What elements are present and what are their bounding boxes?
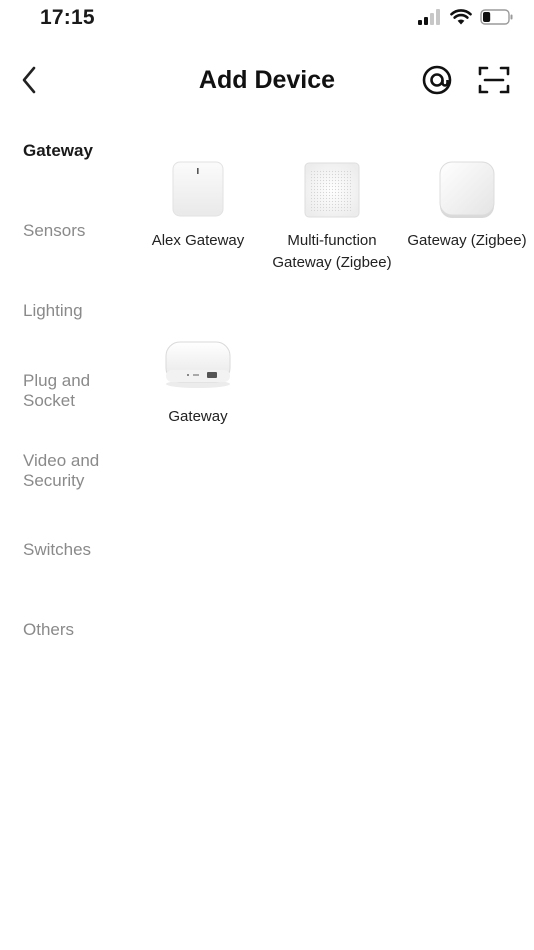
device-name: Gateway	[168, 408, 228, 425]
status-icons	[418, 9, 514, 25]
sidebar-item-lighting[interactable]: Lighting	[23, 301, 138, 321]
nav-bar: Add Device	[0, 56, 534, 106]
device-image	[167, 158, 229, 220]
sidebar-item-others[interactable]: Others	[23, 620, 138, 640]
sidebar-item-gateway[interactable]: Gateway	[23, 141, 138, 161]
device-name: Multi-function Gateway (Zigbee)	[272, 232, 392, 271]
sidebar-item-video-and-security[interactable]: Video and Security	[23, 451, 118, 491]
cellular-signal-icon	[418, 9, 440, 25]
speaker-grille-hub-icon	[304, 162, 360, 218]
white-square-hub-icon	[172, 161, 224, 217]
status-time: 17:15	[40, 6, 95, 29]
sidebar-item-plug-and-socket[interactable]: Plug and Socket	[23, 371, 113, 411]
status-bar: 17:15	[0, 0, 534, 40]
at-radar-icon	[422, 65, 452, 95]
device-tile-gateway-zigbee[interactable]: Gateway (Zigbee)	[402, 158, 532, 252]
battery-icon	[480, 9, 513, 25]
scan-qr-icon	[478, 66, 510, 94]
device-name: Gateway (Zigbee)	[407, 232, 527, 249]
radar-scan-button[interactable]	[419, 62, 455, 98]
device-image	[163, 334, 233, 396]
device-image	[436, 158, 498, 220]
wifi-icon	[450, 9, 472, 25]
white-rounded-hub-icon	[439, 161, 495, 218]
sidebar-item-sensors[interactable]: Sensors	[23, 221, 138, 241]
sidebar-item-switches[interactable]: Switches	[23, 540, 138, 560]
device-tile-alex-gateway[interactable]: Alex Gateway	[133, 158, 263, 252]
device-tile-multi-function-gateway[interactable]: Multi-function Gateway (Zigbee)	[267, 158, 397, 274]
device-tile-gateway[interactable]: Gateway	[133, 334, 263, 428]
device-image	[301, 158, 363, 220]
flat-hub-with-port-icon	[165, 341, 231, 388]
device-name: Alex Gateway	[151, 232, 245, 249]
scan-qr-button[interactable]	[476, 62, 512, 98]
